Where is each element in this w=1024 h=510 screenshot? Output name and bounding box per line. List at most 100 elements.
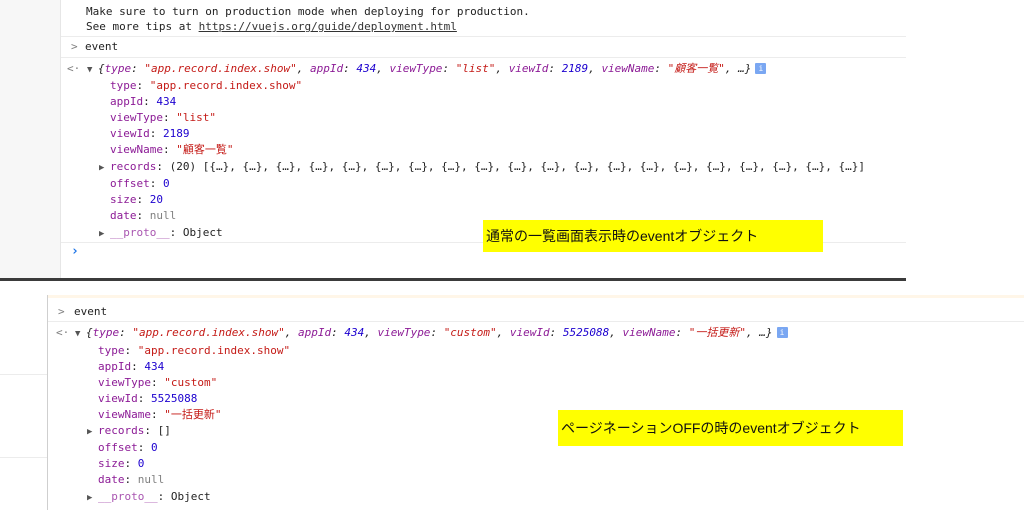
prompt-chevron-icon: > — [58, 305, 65, 318]
prop-row-appId: appId: 434 — [110, 95, 177, 108]
prop-val-appId: 434 — [156, 95, 177, 108]
prop-key-proto: __proto__ — [98, 490, 158, 503]
collapse-triangle-icon[interactable]: ▶ — [87, 425, 98, 440]
console-command-row: > event — [71, 39, 118, 55]
preview-val-viewType: "list" — [455, 62, 496, 75]
preview-tail: , …} — [724, 62, 752, 75]
prop-key-appId: appId — [98, 360, 132, 373]
return-arrow-icon: <· — [67, 62, 81, 75]
collapse-triangle-icon[interactable]: ▶ — [99, 161, 110, 176]
prop-row-offset: offset: 0 — [98, 441, 158, 454]
gutter-divider — [47, 295, 48, 510]
preview-val-appId: 434 — [344, 326, 365, 339]
panel-bottom-border — [0, 278, 906, 281]
caption-normal-list-view: 通常の一覧画面表示時のeventオブジェクト — [483, 220, 823, 252]
prop-key-viewName: viewName — [98, 408, 151, 421]
prop-val-viewName: "顧客一覧" — [176, 143, 234, 156]
prop-row-viewId: viewId: 5525088 — [98, 392, 198, 405]
deployment-guide-link[interactable]: https://vuejs.org/guide/deployment.html — [199, 20, 457, 33]
preview-val-type: "app.record.index.show" — [132, 326, 285, 339]
preview-key-type: type — [104, 62, 132, 75]
prop-val-date: null — [137, 473, 165, 486]
prop-val-viewType: "custom" — [164, 376, 218, 389]
prop-val-proto: Object — [182, 226, 223, 239]
prop-key-date: date — [98, 473, 125, 486]
console-warning-line-1: Make sure to turn on production mode whe… — [86, 4, 530, 20]
collapse-triangle-icon[interactable]: ▶ — [99, 227, 110, 242]
preview-val-viewType: "custom" — [443, 326, 497, 339]
preview-key-type: type — [92, 326, 120, 339]
prop-key-viewId: viewId — [110, 127, 150, 140]
prop-key-proto: __proto__ — [110, 226, 170, 239]
prop-row-records[interactable]: ▶ records: (20) [{…}, {…}, {…}, {…}, {…},… — [99, 159, 865, 175]
prop-row-records[interactable]: ▶ records: [] — [87, 423, 171, 439]
caption-pagination-off: ページネーションOFFの時のeventオブジェクト — [558, 410, 903, 446]
prop-val-viewId: 5525088 — [151, 392, 198, 405]
gutter-separator — [0, 457, 47, 458]
prop-row-appId: appId: 434 — [98, 360, 165, 373]
preview-val-viewName: "顧客一覧" — [667, 62, 725, 75]
row-separator — [61, 57, 906, 58]
row-separator — [48, 321, 1024, 322]
prop-val-offset: 0 — [163, 177, 170, 190]
console-command-row: > event — [58, 304, 107, 320]
prop-key-offset: offset — [110, 177, 150, 190]
prop-key-type: type — [110, 79, 137, 92]
command-text: event — [85, 40, 119, 53]
prop-val-proto: Object — [170, 490, 211, 503]
preview-val-viewName: "一括更新" — [688, 326, 747, 339]
prop-key-viewType: viewType — [110, 111, 163, 124]
preview-key-viewName: viewName — [601, 62, 655, 75]
prop-row-viewId: viewId: 2189 — [110, 127, 190, 140]
prop-val-date: null — [149, 209, 177, 222]
input-prompt-chevron-icon: › — [71, 244, 79, 259]
preview-key-viewId: viewId — [508, 62, 549, 75]
prop-val-type: "app.record.index.show" — [137, 344, 291, 357]
expand-triangle-icon[interactable]: ▼ — [87, 63, 98, 78]
preview-key-viewType: viewType — [389, 62, 443, 75]
brace-open: { — [98, 62, 105, 75]
result-preview-row[interactable]: <· ▼ {type: "app.record.index.show", appId… — [67, 61, 767, 78]
console-warning-line-2: See more tips at https://vuejs.org/guide… — [86, 19, 457, 35]
prop-val-offset: 0 — [151, 441, 158, 454]
prop-row-type: type: "app.record.index.show" — [98, 344, 291, 357]
console-gutter — [0, 295, 48, 510]
prop-row-viewType: viewType: "custom" — [98, 376, 218, 389]
brace-open: { — [86, 326, 93, 339]
prop-row-proto[interactable]: ▶ __proto__: Object — [99, 225, 223, 241]
prop-key-date: date — [110, 209, 137, 222]
expand-triangle-icon[interactable]: ▼ — [75, 327, 86, 342]
preview-key-viewId: viewId — [509, 326, 550, 339]
preview-tail: , …} — [746, 326, 773, 339]
command-text: event — [74, 305, 108, 318]
console-input-row[interactable]: › — [71, 244, 79, 260]
info-icon[interactable]: i — [776, 327, 788, 338]
prop-row-size: size: 20 — [110, 193, 163, 206]
preview-val-viewId: 5525088 — [562, 326, 610, 339]
result-preview-row[interactable]: <· ▼ {type: "app.record.index.show", appId… — [56, 325, 788, 341]
console-gutter — [0, 0, 60, 281]
prop-row-viewName: viewName: "顧客一覧" — [110, 143, 234, 156]
object-preview: {type: "app.record.index.show", appId: 4… — [86, 326, 773, 339]
info-icon[interactable]: i — [755, 63, 767, 74]
preview-val-type: "app.record.index.show" — [144, 62, 297, 75]
prop-val-size: 20 — [149, 193, 163, 206]
prop-val-records: (20) [{…}, {…}, {…}, {…}, {…}, {…}, {…},… — [169, 160, 865, 173]
preview-key-appId: appId — [297, 326, 332, 339]
prop-val-size: 0 — [137, 457, 145, 470]
prop-row-offset: offset: 0 — [110, 177, 170, 190]
preview-val-appId: 434 — [356, 62, 377, 75]
prop-row-viewName: viewName: "一括更新" — [98, 408, 222, 421]
warning-text: Make sure to turn on production mode whe… — [86, 5, 530, 18]
warning-prefix: See more tips at — [86, 20, 199, 33]
collapse-triangle-icon[interactable]: ▶ — [87, 491, 98, 506]
prop-row-size: size: 0 — [98, 457, 145, 470]
prop-row-date: date: null — [110, 209, 177, 222]
prop-key-viewType: viewType — [98, 376, 151, 389]
prop-row-proto[interactable]: ▶ __proto__: Object — [87, 489, 211, 505]
object-preview: {type: "app.record.index.show", appId: 4… — [98, 62, 752, 75]
preview-key-appId: appId — [309, 62, 344, 75]
row-separator — [61, 36, 906, 37]
prop-row-viewType: viewType: "list" — [110, 111, 216, 124]
gutter-divider — [60, 0, 61, 281]
